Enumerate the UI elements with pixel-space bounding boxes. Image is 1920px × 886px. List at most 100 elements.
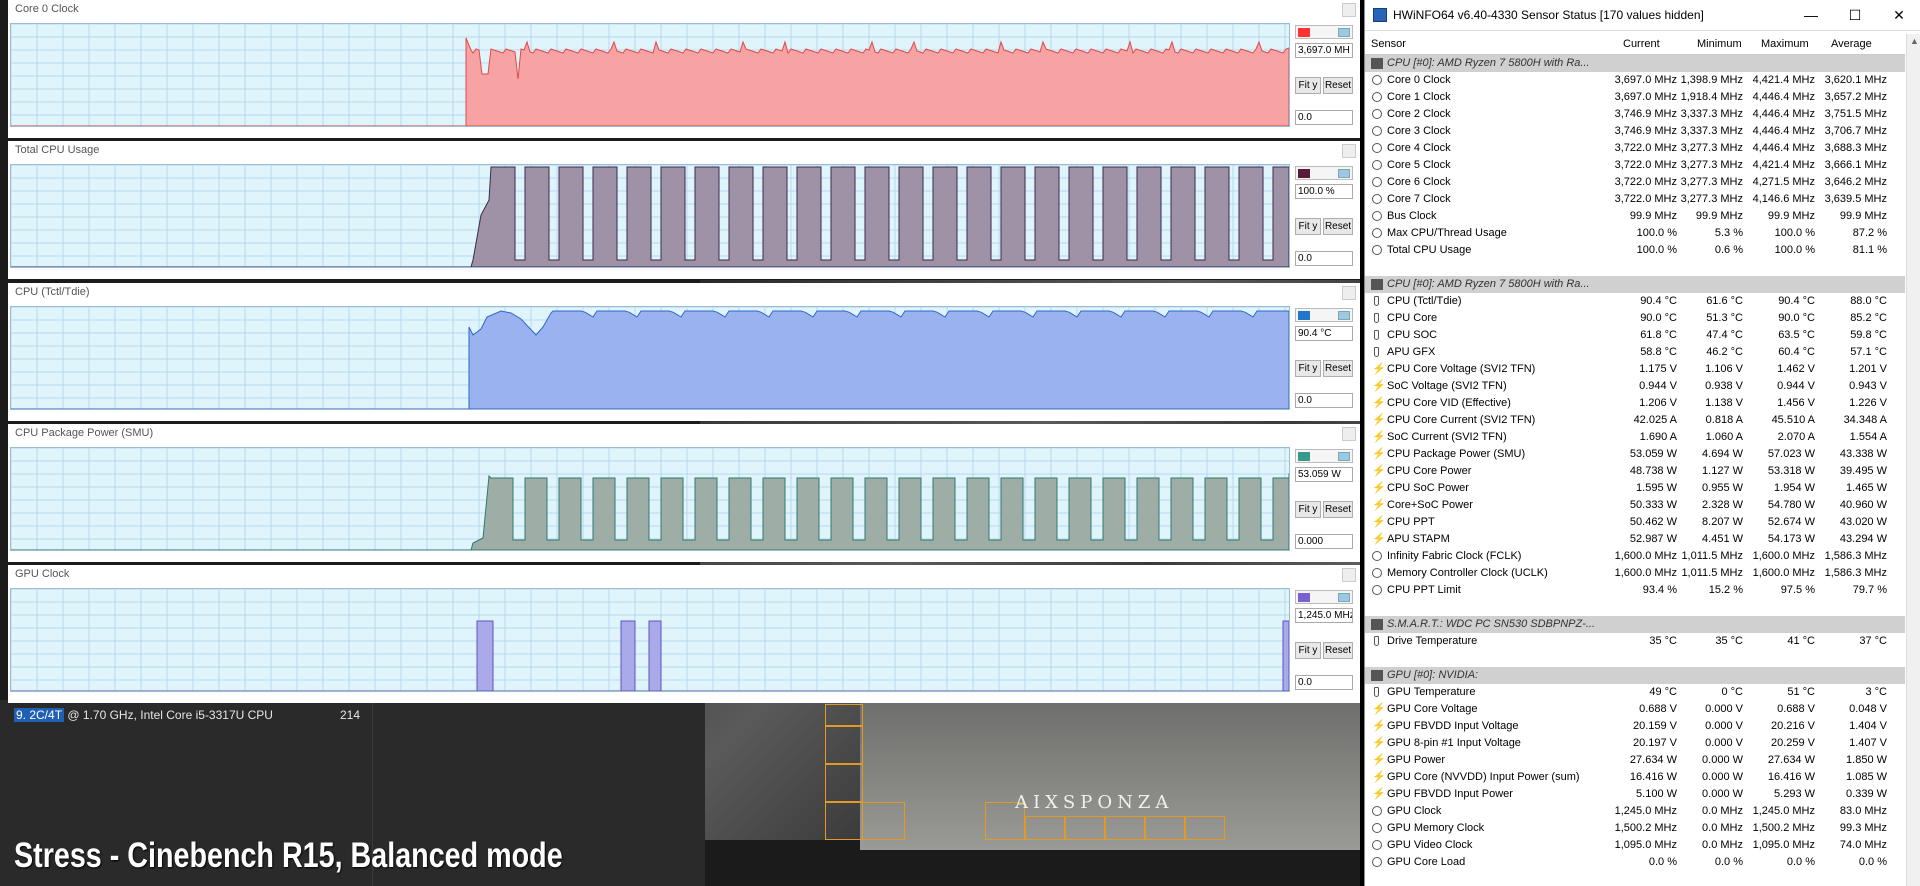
sensor-row[interactable]: ⚡ GPU FBVDD Input Power 5.100 W 0.000 W 5.29… bbox=[1365, 786, 1905, 803]
close-icon[interactable]: ✕ bbox=[1877, 0, 1920, 30]
sensor-row[interactable]: ⚡ CPU Core VID (Effective) 1.206 V 1.138 V 1… bbox=[1365, 395, 1905, 412]
toggle-icon[interactable] bbox=[1338, 452, 1350, 461]
minimize-icon[interactable]: — bbox=[1789, 0, 1833, 30]
reset-button[interactable]: Reset bbox=[1323, 218, 1353, 235]
sensor-row[interactable]: Drive Temperature 35 °C 35 °C 41 °C 37 °C bbox=[1365, 633, 1905, 650]
toggle-icon[interactable] bbox=[1338, 311, 1350, 320]
sensor-row[interactable]: ⚡ GPU Core Voltage 0.688 V 0.000 V 0.688 V 0.… bbox=[1365, 701, 1905, 718]
col-sensor[interactable]: Sensor bbox=[1371, 38, 1406, 50]
render-tile bbox=[825, 726, 863, 764]
sensor-group[interactable]: GPU [#0]: NVIDIA: bbox=[1365, 667, 1905, 684]
sensor-row[interactable]: GPU Memory Clock 1,500.2 MHz 0.0 MHz 1,500.… bbox=[1365, 820, 1905, 837]
scroll-up-icon[interactable]: ▲ bbox=[1910, 36, 1919, 46]
sensor-row[interactable]: ⚡ GPU Core (NVVDD) Input Power (sum) 16.41… bbox=[1365, 769, 1905, 786]
lightning-icon: ⚡ bbox=[1372, 431, 1386, 443]
graph-svg bbox=[11, 307, 1289, 409]
sensor-row[interactable]: Max CPU/Thread Usage 100.0 % 5.3 % 100.0 % 8… bbox=[1365, 225, 1905, 242]
sensor-row[interactable]: ⚡ APU STAPM 52.987 W 4.451 W 54.173 W 43.294 … bbox=[1365, 531, 1905, 548]
graph-close-icon[interactable] bbox=[1342, 3, 1356, 17]
sensor-row[interactable]: GPU Clock 1,245.0 MHz 0.0 MHz 1,245.0 MHz 83… bbox=[1365, 803, 1905, 820]
sensor-row[interactable]: ⚡ GPU 8-pin #1 Input Voltage 20.197 V 0.000… bbox=[1365, 735, 1905, 752]
col-minimum[interactable]: Minimum bbox=[1697, 38, 1742, 50]
reset-button[interactable]: Reset bbox=[1323, 77, 1353, 94]
fit-y-button[interactable]: Fit y bbox=[1295, 642, 1321, 659]
fit-y-button[interactable]: Fit y bbox=[1295, 77, 1321, 94]
series-color-swatch[interactable] bbox=[1295, 590, 1353, 604]
col-maximum[interactable]: Maximum bbox=[1761, 38, 1809, 50]
graph-close-icon[interactable] bbox=[1342, 144, 1356, 158]
sensor-row[interactable]: Core 5 Clock 3,722.0 MHz 3,277.3 MHz 4,421.… bbox=[1365, 157, 1905, 174]
sensor-row[interactable]: CPU SOC 61.8 °C 47.4 °C 63.5 °C 59.8 °C bbox=[1365, 327, 1905, 344]
graph-close-icon[interactable] bbox=[1342, 568, 1356, 582]
sensor-max: 2.070 A bbox=[1777, 431, 1815, 443]
sensor-row[interactable]: Core 6 Clock 3,722.0 MHz 3,277.3 MHz 4,271.… bbox=[1365, 174, 1905, 191]
sensor-row[interactable]: Core 4 Clock 3,722.0 MHz 3,277.3 MHz 4,446.… bbox=[1365, 140, 1905, 157]
graph-close-icon[interactable] bbox=[1342, 427, 1356, 441]
sensor-max: 90.4 °C bbox=[1778, 295, 1815, 307]
sensor-name: GPU Core Voltage bbox=[1387, 703, 1478, 715]
sensor-row[interactable]: CPU Core 90.0 °C 51.3 °C 90.0 °C 85.2 °C bbox=[1365, 310, 1905, 327]
sensor-min: 8.207 W bbox=[1702, 516, 1743, 528]
sensor-group[interactable]: CPU [#0]: AMD Ryzen 7 5800H with Ra... bbox=[1365, 276, 1905, 293]
sensor-row[interactable]: Memory Controller Clock (UCLK) 1,600.0 MH… bbox=[1365, 565, 1905, 582]
maximize-icon[interactable]: ☐ bbox=[1833, 0, 1877, 30]
sensor-cur: 42.025 A bbox=[1633, 414, 1677, 426]
fit-y-button[interactable]: Fit y bbox=[1295, 360, 1321, 377]
sensor-min: 0.000 V bbox=[1705, 703, 1743, 715]
sensor-row[interactable]: ⚡ CPU PPT 50.462 W 8.207 W 52.674 W 43.020 W bbox=[1365, 514, 1905, 531]
sensor-row[interactable]: Core 1 Clock 3,697.0 MHz 1,918.4 MHz 4,446.… bbox=[1365, 89, 1905, 106]
scrollbar[interactable]: ▲ bbox=[1906, 34, 1920, 886]
sensor-row[interactable]: Core 7 Clock 3,722.0 MHz 3,277.3 MHz 4,146.… bbox=[1365, 191, 1905, 208]
reset-button[interactable]: Reset bbox=[1323, 501, 1353, 518]
thermometer-icon bbox=[1374, 636, 1379, 646]
col-current[interactable]: Current bbox=[1623, 38, 1660, 50]
sensor-row[interactable]: ⚡ Core+SoC Power 50.333 W 2.328 W 54.780 W 40… bbox=[1365, 497, 1905, 514]
sensor-group[interactable]: CPU [#0]: AMD Ryzen 7 5800H with Ra... bbox=[1365, 55, 1905, 72]
sensor-row[interactable]: ⚡ CPU Core Current (SVI2 TFN) 42.025 A 0.81… bbox=[1365, 412, 1905, 429]
sensor-row[interactable]: Core 3 Clock 3,746.9 MHz 3,337.3 MHz 4,446.… bbox=[1365, 123, 1905, 140]
thermometer-icon bbox=[1374, 330, 1379, 340]
col-average[interactable]: Average bbox=[1831, 38, 1872, 50]
series-color-swatch[interactable] bbox=[1295, 166, 1353, 180]
toggle-icon[interactable] bbox=[1338, 28, 1350, 37]
toggle-icon[interactable] bbox=[1338, 169, 1350, 178]
reset-button[interactable]: Reset bbox=[1323, 360, 1353, 377]
sensor-row[interactable]: GPU Core Load 0.0 % 0.0 % 0.0 % 0.0 % bbox=[1365, 854, 1905, 871]
series-color-swatch[interactable] bbox=[1295, 308, 1353, 322]
reset-button[interactable]: Reset bbox=[1323, 642, 1353, 659]
toggle-icon[interactable] bbox=[1338, 593, 1350, 602]
sensor-row[interactable]: ⚡ CPU SoC Power 1.595 W 0.955 W 1.954 W 1.465… bbox=[1365, 480, 1905, 497]
sensor-row[interactable]: CPU PPT Limit 93.4 % 15.2 % 97.5 % 79.7 % bbox=[1365, 582, 1905, 599]
sensor-row[interactable]: ⚡ CPU Core Voltage (SVI2 TFN) 1.175 V 1.106… bbox=[1365, 361, 1905, 378]
sensor-row[interactable]: GPU Video Clock 1,095.0 MHz 0.0 MHz 1,095.0… bbox=[1365, 837, 1905, 854]
sensor-avg: 37 °C bbox=[1859, 635, 1887, 647]
sensor-row[interactable]: GPU Temperature 49 °C 0 °C 51 °C 3 °C bbox=[1365, 684, 1905, 701]
sensor-row[interactable]: ⚡ CPU Package Power (SMU) 53.059 W 4.694 W 5… bbox=[1365, 446, 1905, 463]
sensor-avg: 88.0 °C bbox=[1850, 295, 1887, 307]
sensor-group[interactable]: S.M.A.R.T.: WDC PC SN530 SDBPNPZ-... bbox=[1365, 616, 1905, 633]
sensor-name: Memory Controller Clock (UCLK) bbox=[1387, 567, 1548, 579]
sensor-row[interactable]: ⚡ SoC Current (SVI2 TFN) 1.690 A 1.060 A 2.0… bbox=[1365, 429, 1905, 446]
sensor-row[interactable]: Core 2 Clock 3,746.9 MHz 3,337.3 MHz 4,446.… bbox=[1365, 106, 1905, 123]
sensor-row[interactable]: ⚡ SoC Voltage (SVI2 TFN) 0.944 V 0.938 V 0.9… bbox=[1365, 378, 1905, 395]
ranking-row[interactable]: 9. 2C/4T @ 1.70 GHz, Intel Core i5-3317U… bbox=[14, 708, 273, 722]
series-color-swatch[interactable] bbox=[1295, 25, 1353, 39]
sensor-row[interactable]: ⚡ CPU Core Power 48.738 W 1.127 W 53.318 W 39… bbox=[1365, 463, 1905, 480]
sensor-row[interactable]: Total CPU Usage 100.0 % 0.6 % 100.0 % 81.1 % bbox=[1365, 242, 1905, 259]
fit-y-button[interactable]: Fit y bbox=[1295, 501, 1321, 518]
title-bar[interactable]: HWiNFO64 v6.40-4330 Sensor Status [170 v… bbox=[1365, 0, 1920, 31]
color-icon bbox=[1298, 311, 1310, 320]
thermometer-icon bbox=[1374, 313, 1379, 323]
sensor-row[interactable]: ⚡ GPU FBVDD Input Voltage 20.159 V 0.000 V 2… bbox=[1365, 718, 1905, 735]
sensor-row[interactable]: Infinity Fabric Clock (FCLK) 1,600.0 MHz 1… bbox=[1365, 548, 1905, 565]
sensor-min: 5.3 % bbox=[1714, 227, 1743, 239]
sensor-row[interactable]: Core 0 Clock 3,697.0 MHz 1,398.9 MHz 4,421.… bbox=[1365, 72, 1905, 89]
sensor-row[interactable]: Bus Clock 99.9 MHz 99.9 MHz 99.9 MHz 99.9 MH… bbox=[1365, 208, 1905, 225]
graph-close-icon[interactable] bbox=[1342, 286, 1356, 300]
series-color-swatch[interactable] bbox=[1295, 449, 1353, 463]
sensor-row[interactable]: APU GFX 58.8 °C 46.2 °C 60.4 °C 57.1 °C bbox=[1365, 344, 1905, 361]
sensor-cur: 53.059 W bbox=[1629, 448, 1677, 460]
sensor-row[interactable]: CPU (Tctl/Tdie) 90.4 °C 61.6 °C 90.4 °C 88.0… bbox=[1365, 293, 1905, 310]
fit-y-button[interactable]: Fit y bbox=[1295, 218, 1321, 235]
sensor-row[interactable]: ⚡ GPU Power 27.634 W 0.000 W 27.634 W 1.850 W bbox=[1365, 752, 1905, 769]
